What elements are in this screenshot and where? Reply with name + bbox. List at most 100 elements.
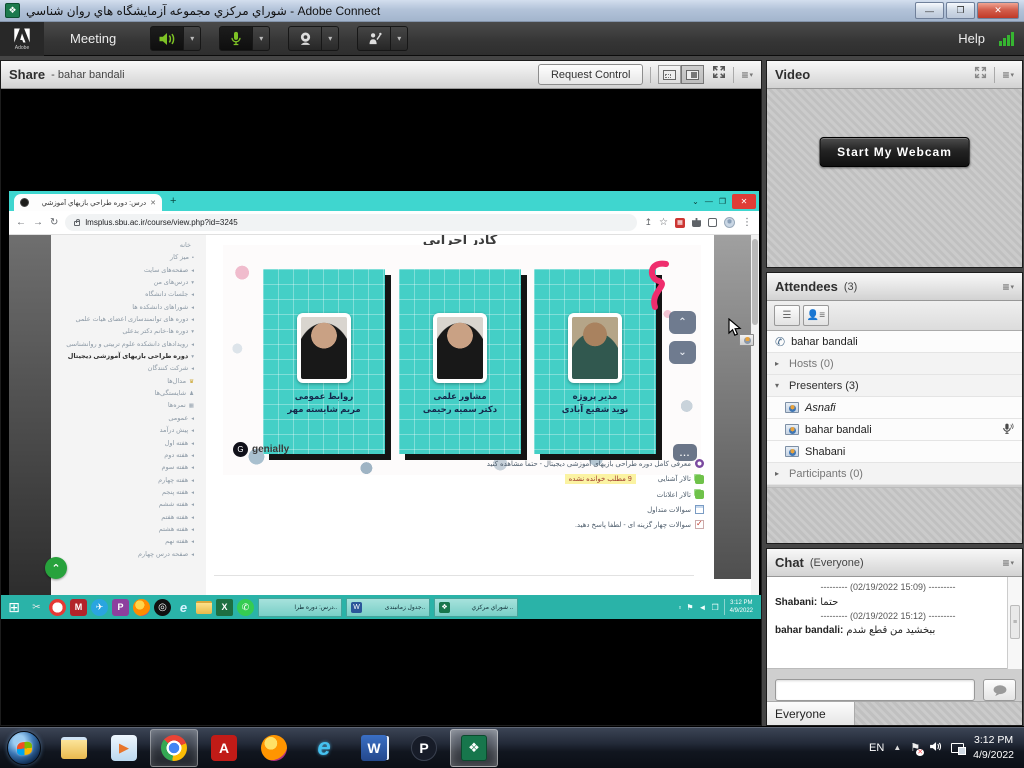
shared-taskbar-app-icon[interactable]: P xyxy=(112,599,129,616)
tray-icon[interactable]: ❒ xyxy=(711,603,718,612)
tray-icon[interactable]: ▫ xyxy=(679,603,682,612)
shared-taskbar-app-icon[interactable]: ✂ xyxy=(28,599,45,616)
sidebar-item[interactable]: ◂هفته هفتم xyxy=(55,512,194,524)
close-button[interactable]: ✕ xyxy=(977,2,1019,19)
layout-toggle-filled[interactable] xyxy=(681,65,704,84)
address-bar[interactable]: lmsplus.sbu.ac.ir/course/view.php?id=324… xyxy=(65,214,637,231)
chat-scrollbar[interactable]: ≡ xyxy=(1007,577,1022,669)
shared-taskbar-app-icon[interactable]: ✆ xyxy=(237,599,254,616)
start-webcam-button[interactable]: Start My Webcam xyxy=(819,137,970,167)
sidebar-item[interactable]: ◂شوراهای دانشکده ها xyxy=(55,302,194,314)
active-speaker-row[interactable]: ✆ bahar bandali xyxy=(767,331,1022,353)
browser-restore-icon[interactable]: ❐ xyxy=(719,197,726,206)
taskbar-app-button[interactable]: P xyxy=(400,729,448,767)
course-activity-link[interactable]: سوالات چهار گزینه ای - لطفا پاسخ دهید. xyxy=(219,520,704,529)
network-icon[interactable] xyxy=(951,743,964,753)
sidebar-item[interactable]: ◂هفته هشتم xyxy=(55,524,194,536)
shared-taskbar-app-icon[interactable]: ✈ xyxy=(91,599,108,616)
forward-icon[interactable]: → xyxy=(33,217,43,228)
raise-hand-button[interactable] xyxy=(357,26,391,51)
sidebar-item[interactable]: ▾درس‌های من xyxy=(55,277,194,289)
tray-icon[interactable]: ⚑ xyxy=(686,603,693,612)
chat-scrollbar-thumb[interactable]: ≡ xyxy=(1010,605,1020,639)
chat-send-button[interactable] xyxy=(983,679,1016,701)
meeting-menu[interactable]: Meeting xyxy=(70,31,116,46)
extensions-puzzle-icon[interactable] xyxy=(692,218,701,227)
attendee-list-view-button[interactable]: ☰ xyxy=(774,305,800,326)
profile-avatar[interactable] xyxy=(724,217,735,228)
tray-expand-icon[interactable]: ▲ xyxy=(893,743,901,752)
taskbar-app-button[interactable] xyxy=(150,729,198,767)
sidebar-item[interactable]: ◂هفته ششم xyxy=(55,499,194,511)
chat-input[interactable] xyxy=(775,679,975,701)
taskbar-app-button[interactable]: ▶ xyxy=(100,729,148,767)
scroll-top-button[interactable]: ⌃ xyxy=(45,557,67,579)
sidebar-item[interactable]: ◂صفحه درس چهارم xyxy=(55,549,194,561)
taskbar-app-button[interactable]: W xyxy=(350,729,398,767)
participants-group-row[interactable]: ▸ Participants (0) xyxy=(767,463,1022,485)
shared-taskbar-app-icon[interactable]: X xyxy=(216,599,233,616)
sidebar-item[interactable]: ◂عمومی xyxy=(55,413,194,425)
volume-icon[interactable] xyxy=(929,739,942,757)
sidepanel-icon[interactable] xyxy=(708,218,717,227)
shared-taskbar-app-icon[interactable]: M xyxy=(70,599,87,616)
sidebar-item[interactable]: ◂شرکت کنندگان xyxy=(55,363,194,375)
sidebar-item[interactable]: ◂هفته نهم xyxy=(55,536,194,548)
video-pod-menu-icon[interactable]: ≡▾ xyxy=(1002,68,1014,82)
shared-taskbar-app-icon[interactable] xyxy=(196,601,212,614)
sidebar-item[interactable]: ◂پیش درآمد xyxy=(55,425,194,437)
bookmark-star-icon[interactable]: ☆ xyxy=(659,217,668,228)
browser-close-icon[interactable]: ✕ xyxy=(732,194,756,209)
sidebar-item[interactable]: ◂صفحه‌های سایت xyxy=(55,265,194,277)
taskbar-app-button[interactable]: A xyxy=(200,729,248,767)
taskbar-app-button[interactable] xyxy=(250,729,298,767)
course-activity-link[interactable]: تالار آشنایی 9 مطلب خوانده نشده xyxy=(219,474,704,484)
hosts-group-row[interactable]: ▸ Hosts (0) xyxy=(767,353,1022,375)
sidebar-item[interactable]: ◂هفته پنجم xyxy=(55,487,194,499)
sidebar-item[interactable]: ▾دوره طراحی بازیهای آموزشی دیجیتال xyxy=(55,351,194,363)
sidebar-item[interactable]: ◂هفته اول xyxy=(55,438,194,450)
action-center-flag-icon[interactable]: ⚑ xyxy=(910,741,920,754)
taskbar-clock[interactable]: 3:12 PM 4/9/2022 xyxy=(973,733,1014,761)
presenter-row[interactable]: Shabani xyxy=(767,441,1022,463)
webcam-button[interactable] xyxy=(288,26,322,51)
taskbar-app-button[interactable]: e xyxy=(300,729,348,767)
attendee-status-view-button[interactable]: 👤≡ xyxy=(803,305,829,326)
new-tab-button[interactable]: + xyxy=(170,195,176,207)
restore-button[interactable]: ❐ xyxy=(946,2,975,19)
shared-taskbar-app-icon[interactable] xyxy=(49,599,66,616)
sidebar-item[interactable]: ◂هفته چهارم xyxy=(55,475,194,487)
presenter-row[interactable]: bahar bandali xyxy=(767,419,1022,441)
speaker-button[interactable] xyxy=(150,26,184,51)
help-menu[interactable]: Help xyxy=(958,31,985,46)
browser-tab[interactable]: درس: دوره طراحي بازيهاي آموزشي ✕ xyxy=(14,194,162,211)
browser-minimize-icon[interactable]: — xyxy=(705,197,713,206)
browser-menu-dots-icon[interactable]: ⋮ xyxy=(742,217,752,228)
request-control-button[interactable]: Request Control xyxy=(538,64,644,85)
genially-down-button[interactable]: ⌄ xyxy=(669,341,696,364)
sidebar-item[interactable]: ◂هفته دوم xyxy=(55,450,194,462)
back-icon[interactable]: ← xyxy=(16,217,26,228)
tab-search-chevron-icon[interactable]: ⌄ xyxy=(692,197,699,206)
shared-taskbar-app-icon[interactable]: e xyxy=(175,599,192,616)
sidebar-item[interactable]: خانه xyxy=(55,240,194,252)
video-fullscreen-icon[interactable] xyxy=(974,66,987,84)
course-activity-link[interactable]: سوالات متداول xyxy=(219,505,704,514)
sidebar-item[interactable]: ◂جلسات دانشگاه xyxy=(55,289,194,301)
chat-everyone-tab[interactable]: Everyone xyxy=(767,702,855,725)
connection-signal-icon[interactable] xyxy=(999,32,1014,46)
browser-scrollbar[interactable] xyxy=(751,235,759,595)
course-activity-link[interactable]: تالار اعلانات xyxy=(219,490,704,499)
webcam-dropdown[interactable]: ▾ xyxy=(322,26,339,51)
mic-dropdown[interactable]: ▾ xyxy=(253,26,270,51)
shared-task-button[interactable]: W ..جدول زمانبندی xyxy=(346,598,430,617)
scrollbar-thumb[interactable] xyxy=(752,239,758,325)
shared-taskbar-app-icon[interactable]: ◎ xyxy=(154,599,171,616)
sidebar-item[interactable]: ▪میز کار xyxy=(55,252,194,264)
genially-brand[interactable]: G genially xyxy=(233,442,289,457)
sidebar-item[interactable]: ▦نمره‌ها xyxy=(55,400,194,412)
tray-icon[interactable]: ◄ xyxy=(699,603,707,612)
shared-taskbar-app-icon[interactable] xyxy=(133,599,150,616)
language-indicator[interactable]: EN xyxy=(869,742,884,754)
adblock-extension-icon[interactable]: ▦ xyxy=(675,218,685,228)
